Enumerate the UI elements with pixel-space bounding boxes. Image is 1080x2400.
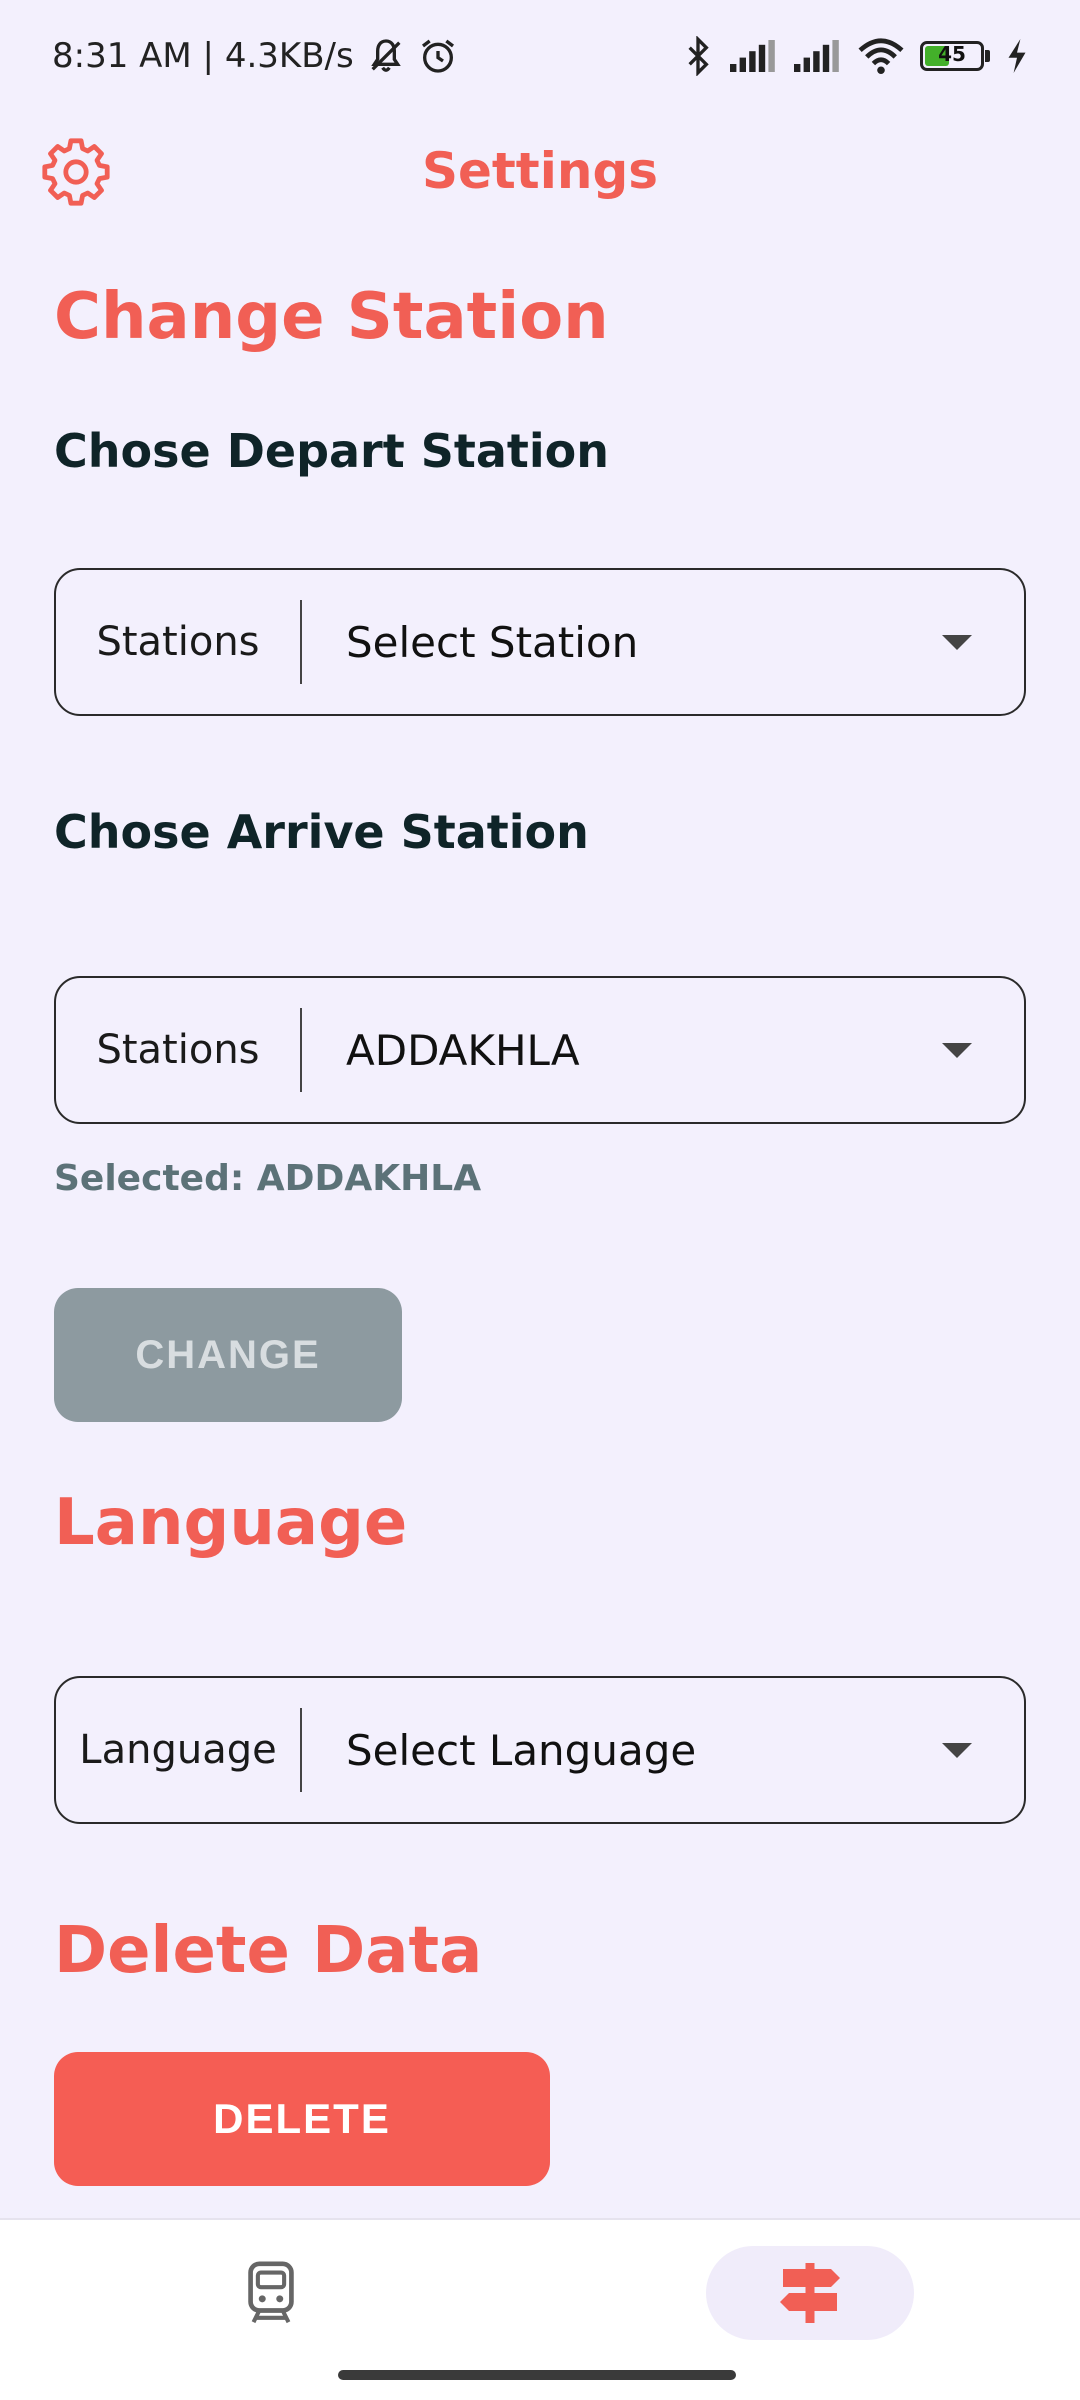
depart-dropdown-prefix: Stations (96, 619, 260, 665)
status-right: 45 (682, 36, 1028, 76)
language-heading: Language (54, 1486, 408, 1560)
delete-data-heading: Delete Data (54, 1914, 483, 1988)
dropdown-arrow-icon (942, 1042, 972, 1058)
arrive-station-dropdown[interactable]: Stations ADDAKHLA (54, 976, 1026, 1124)
train-icon[interactable] (236, 2258, 306, 2328)
alarm-icon (421, 39, 454, 73)
page-title: Settings (421, 142, 658, 200)
bluetooth-icon (688, 36, 709, 76)
battery-level: 45 (938, 42, 966, 66)
arrive-dropdown-value: ADDAKHLA (346, 1025, 580, 1075)
battery-cap (985, 50, 990, 62)
arrive-dropdown-prefix: Stations (96, 1027, 260, 1073)
selected-station-text: Selected: ADDAKHLA (54, 1158, 482, 1199)
language-dropdown-prefix: Language (79, 1727, 277, 1773)
language-dropdown-value: Select Language (346, 1725, 697, 1775)
change-station-heading: Change Station (54, 280, 609, 354)
charging-icon (1008, 39, 1026, 73)
depart-station-dropdown[interactable]: Stations Select Station (54, 568, 1026, 716)
wifi-icon (858, 38, 904, 75)
status-left: 8:31 AM | 4.3KB/s (52, 36, 458, 76)
battery-icon: 45 (920, 41, 990, 71)
signal-icon (730, 40, 775, 72)
depart-dropdown-value: Select Station (346, 617, 639, 667)
arrive-station-label: Chose Arrive Station (54, 805, 589, 859)
language-dropdown[interactable]: Language Select Language (54, 1676, 1026, 1824)
signpost-icon (780, 2263, 840, 2323)
status-time: 8:31 AM | 4.3KB/s (52, 36, 354, 76)
nav-item-settings[interactable] (706, 2246, 914, 2340)
battery-body: 45 (920, 41, 984, 71)
app-bar: Settings (0, 124, 1080, 218)
dropdown-arrow-icon (942, 634, 972, 650)
delete-button[interactable]: DELETE (54, 2052, 550, 2186)
depart-station-label: Chose Depart Station (54, 424, 610, 478)
dropdown-arrow-icon (942, 1742, 972, 1758)
muted-notification-icon (370, 39, 401, 72)
change-button[interactable]: CHANGE (54, 1288, 402, 1422)
home-indicator[interactable] (338, 2370, 736, 2380)
signal-icon (794, 40, 839, 72)
settings-screen: 8:31 AM | 4.3KB/s 45 Settings Change Sta… (0, 0, 1080, 2400)
status-bar: 8:31 AM | 4.3KB/s 45 (0, 0, 1080, 112)
